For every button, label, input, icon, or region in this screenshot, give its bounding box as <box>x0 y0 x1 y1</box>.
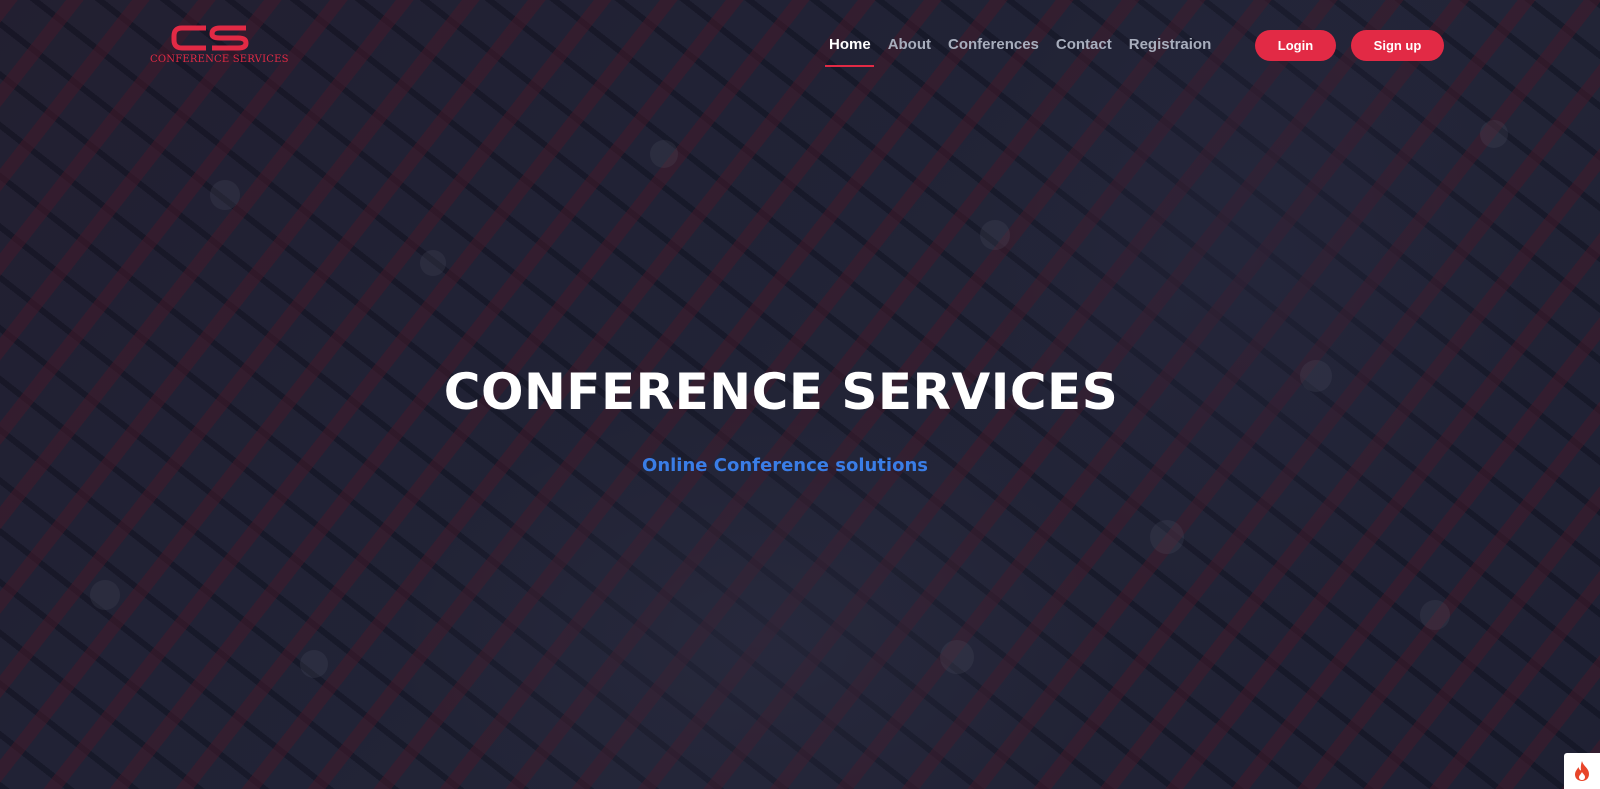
nav-item-home[interactable]: Home <box>820 33 879 67</box>
background-decoration <box>940 640 974 674</box>
cs-logo-icon <box>171 25 249 51</box>
nav-item-registration[interactable]: Registraion <box>1120 33 1220 67</box>
hero-subtitle: Online Conference solutions <box>642 455 928 476</box>
background-decoration <box>420 250 446 276</box>
signup-button[interactable]: Sign up <box>1351 30 1444 61</box>
brand-logo[interactable]: CONFERENCE SERVICES <box>150 22 289 70</box>
hero-title: CONFERENCE SERVICES <box>443 363 1119 421</box>
background-decoration <box>1480 120 1508 148</box>
background-decoration <box>1420 600 1450 630</box>
logo-text: CONFERENCE SERVICES <box>150 54 289 65</box>
background-decoration <box>210 180 240 210</box>
background-decoration <box>980 220 1010 250</box>
background-decoration <box>300 650 328 678</box>
nav-item-conferences[interactable]: Conferences <box>939 33 1047 67</box>
background-decoration <box>650 140 678 168</box>
main-nav: Home About Conferences Contact Registrai… <box>820 33 1219 67</box>
nav-item-contact[interactable]: Contact <box>1047 33 1120 67</box>
login-button[interactable]: Login <box>1255 30 1336 61</box>
background-decoration <box>1150 520 1184 554</box>
background-decoration <box>90 580 120 610</box>
nav-item-about[interactable]: About <box>879 33 939 67</box>
top-navbar: CONFERENCE SERVICES Home About Conferenc… <box>0 0 1600 90</box>
hero-section: CONFERENCE SERVICES Home About Conferenc… <box>0 0 1600 789</box>
flame-icon <box>1575 761 1589 781</box>
hero-content: CONFERENCE SERVICES Online Conference so… <box>0 362 1600 476</box>
corner-badge[interactable] <box>1564 753 1600 789</box>
